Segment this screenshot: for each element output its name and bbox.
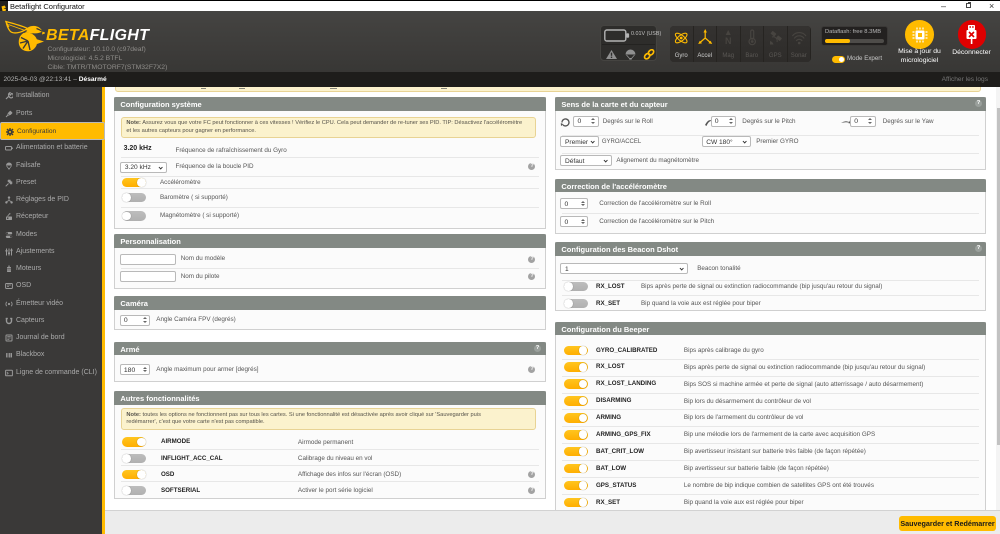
svg-text:N: N xyxy=(725,36,732,46)
